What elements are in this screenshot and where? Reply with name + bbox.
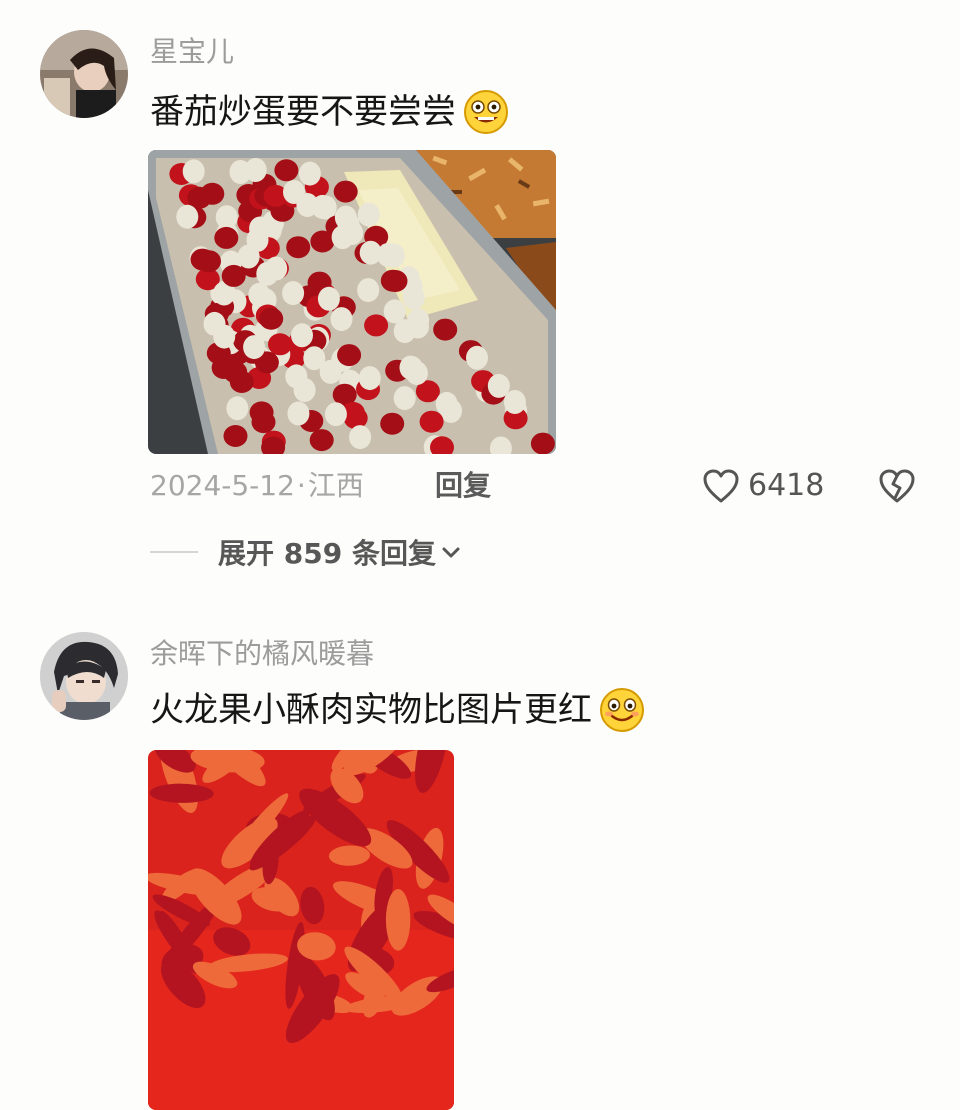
egg-piece <box>287 401 310 426</box>
smiling-face-icon <box>598 686 646 734</box>
egg-piece <box>337 212 360 237</box>
avatar-image <box>40 632 128 720</box>
egg-piece <box>249 216 272 241</box>
tomato-piece <box>249 401 274 424</box>
tomato-piece <box>268 333 292 356</box>
like-button[interactable]: 6418 <box>702 466 824 506</box>
pork-piece <box>385 889 411 951</box>
chevron-down-icon <box>442 547 460 558</box>
user-avatar[interactable] <box>40 632 128 720</box>
expand-replies-label: 展开 859 条回复 <box>218 537 436 570</box>
meta-separator: · <box>296 469 306 502</box>
tomato-piece <box>419 410 444 433</box>
egg-piece <box>213 324 236 349</box>
user-avatar[interactable] <box>40 30 128 118</box>
tomato-piece <box>433 318 458 341</box>
egg-piece <box>435 391 458 416</box>
tomato-piece <box>190 248 215 271</box>
tomato-piece <box>286 236 311 259</box>
avatar-image <box>40 30 128 118</box>
comment-date-location: 2024-5-12·江西 <box>150 466 364 506</box>
egg-piece <box>291 323 313 348</box>
egg-piece <box>243 335 266 360</box>
egg-piece <box>256 261 279 286</box>
comment-photo[interactable] <box>148 750 454 1110</box>
egg-piece <box>503 390 526 414</box>
tomato-piece <box>221 264 246 287</box>
comment-location: 江西 <box>307 469 364 502</box>
tomato-piece <box>333 180 358 203</box>
broken-heart-icon[interactable] <box>878 468 916 504</box>
expand-divider <box>150 551 198 553</box>
egg-piece <box>330 307 353 332</box>
egg-piece <box>324 402 347 427</box>
egg-piece <box>176 204 199 229</box>
egg-piece <box>319 359 342 384</box>
tomato-piece <box>380 412 405 435</box>
comment-text: 火龙果小酥肉实物比图片更红 <box>150 686 646 734</box>
heart-icon <box>703 469 739 503</box>
comment-text-body: 番茄炒蛋要不要尝尝 <box>150 92 456 132</box>
comment-text-body: 火龙果小酥肉实物比图片更红 <box>150 690 592 730</box>
comment-date: 2024-5-12 <box>150 469 295 502</box>
egg-piece <box>296 193 319 217</box>
expand-replies-button[interactable]: 展开 859 条回复 <box>150 532 462 572</box>
laughing-face-icon <box>462 88 510 136</box>
comment-meta: 2024-5-12·江西 回复 6418 <box>150 466 930 506</box>
reply-button[interactable]: 回复 <box>435 466 491 506</box>
tomato-piece <box>337 344 362 367</box>
tomato-piece <box>530 432 555 454</box>
tomato-piece <box>364 314 389 337</box>
tomato-piece <box>229 371 254 393</box>
egg-piece <box>393 319 416 344</box>
tomato-piece <box>309 429 334 452</box>
tomato-piece <box>259 307 284 330</box>
food-tray-image <box>148 150 556 454</box>
egg-piece <box>298 161 321 186</box>
username[interactable]: 星宝儿 <box>150 34 234 70</box>
egg-piece <box>244 158 267 182</box>
tomato-piece <box>223 425 248 447</box>
egg-piece <box>466 345 488 370</box>
tomato-piece <box>214 226 239 249</box>
egg-piece <box>226 396 249 421</box>
egg-piece <box>357 278 380 303</box>
egg-piece <box>359 240 382 265</box>
egg-piece <box>358 366 381 391</box>
egg-piece <box>357 202 380 227</box>
comment-photo[interactable] <box>148 150 556 454</box>
egg-piece <box>293 378 316 402</box>
username[interactable]: 余晖下的橘风暖暮 <box>150 636 374 672</box>
red-fried-pork-image <box>148 750 454 1110</box>
egg-piece <box>317 286 340 311</box>
egg-piece <box>182 159 205 184</box>
egg-piece <box>393 386 416 411</box>
egg-piece <box>349 425 372 450</box>
egg-piece <box>282 281 305 306</box>
tomato-piece <box>274 159 299 182</box>
tomato-piece <box>211 356 236 379</box>
egg-piece <box>405 361 428 386</box>
like-count: 6418 <box>748 468 825 503</box>
comment-text: 番茄炒蛋要不要尝尝 <box>150 88 510 136</box>
tomato-piece <box>383 270 408 292</box>
